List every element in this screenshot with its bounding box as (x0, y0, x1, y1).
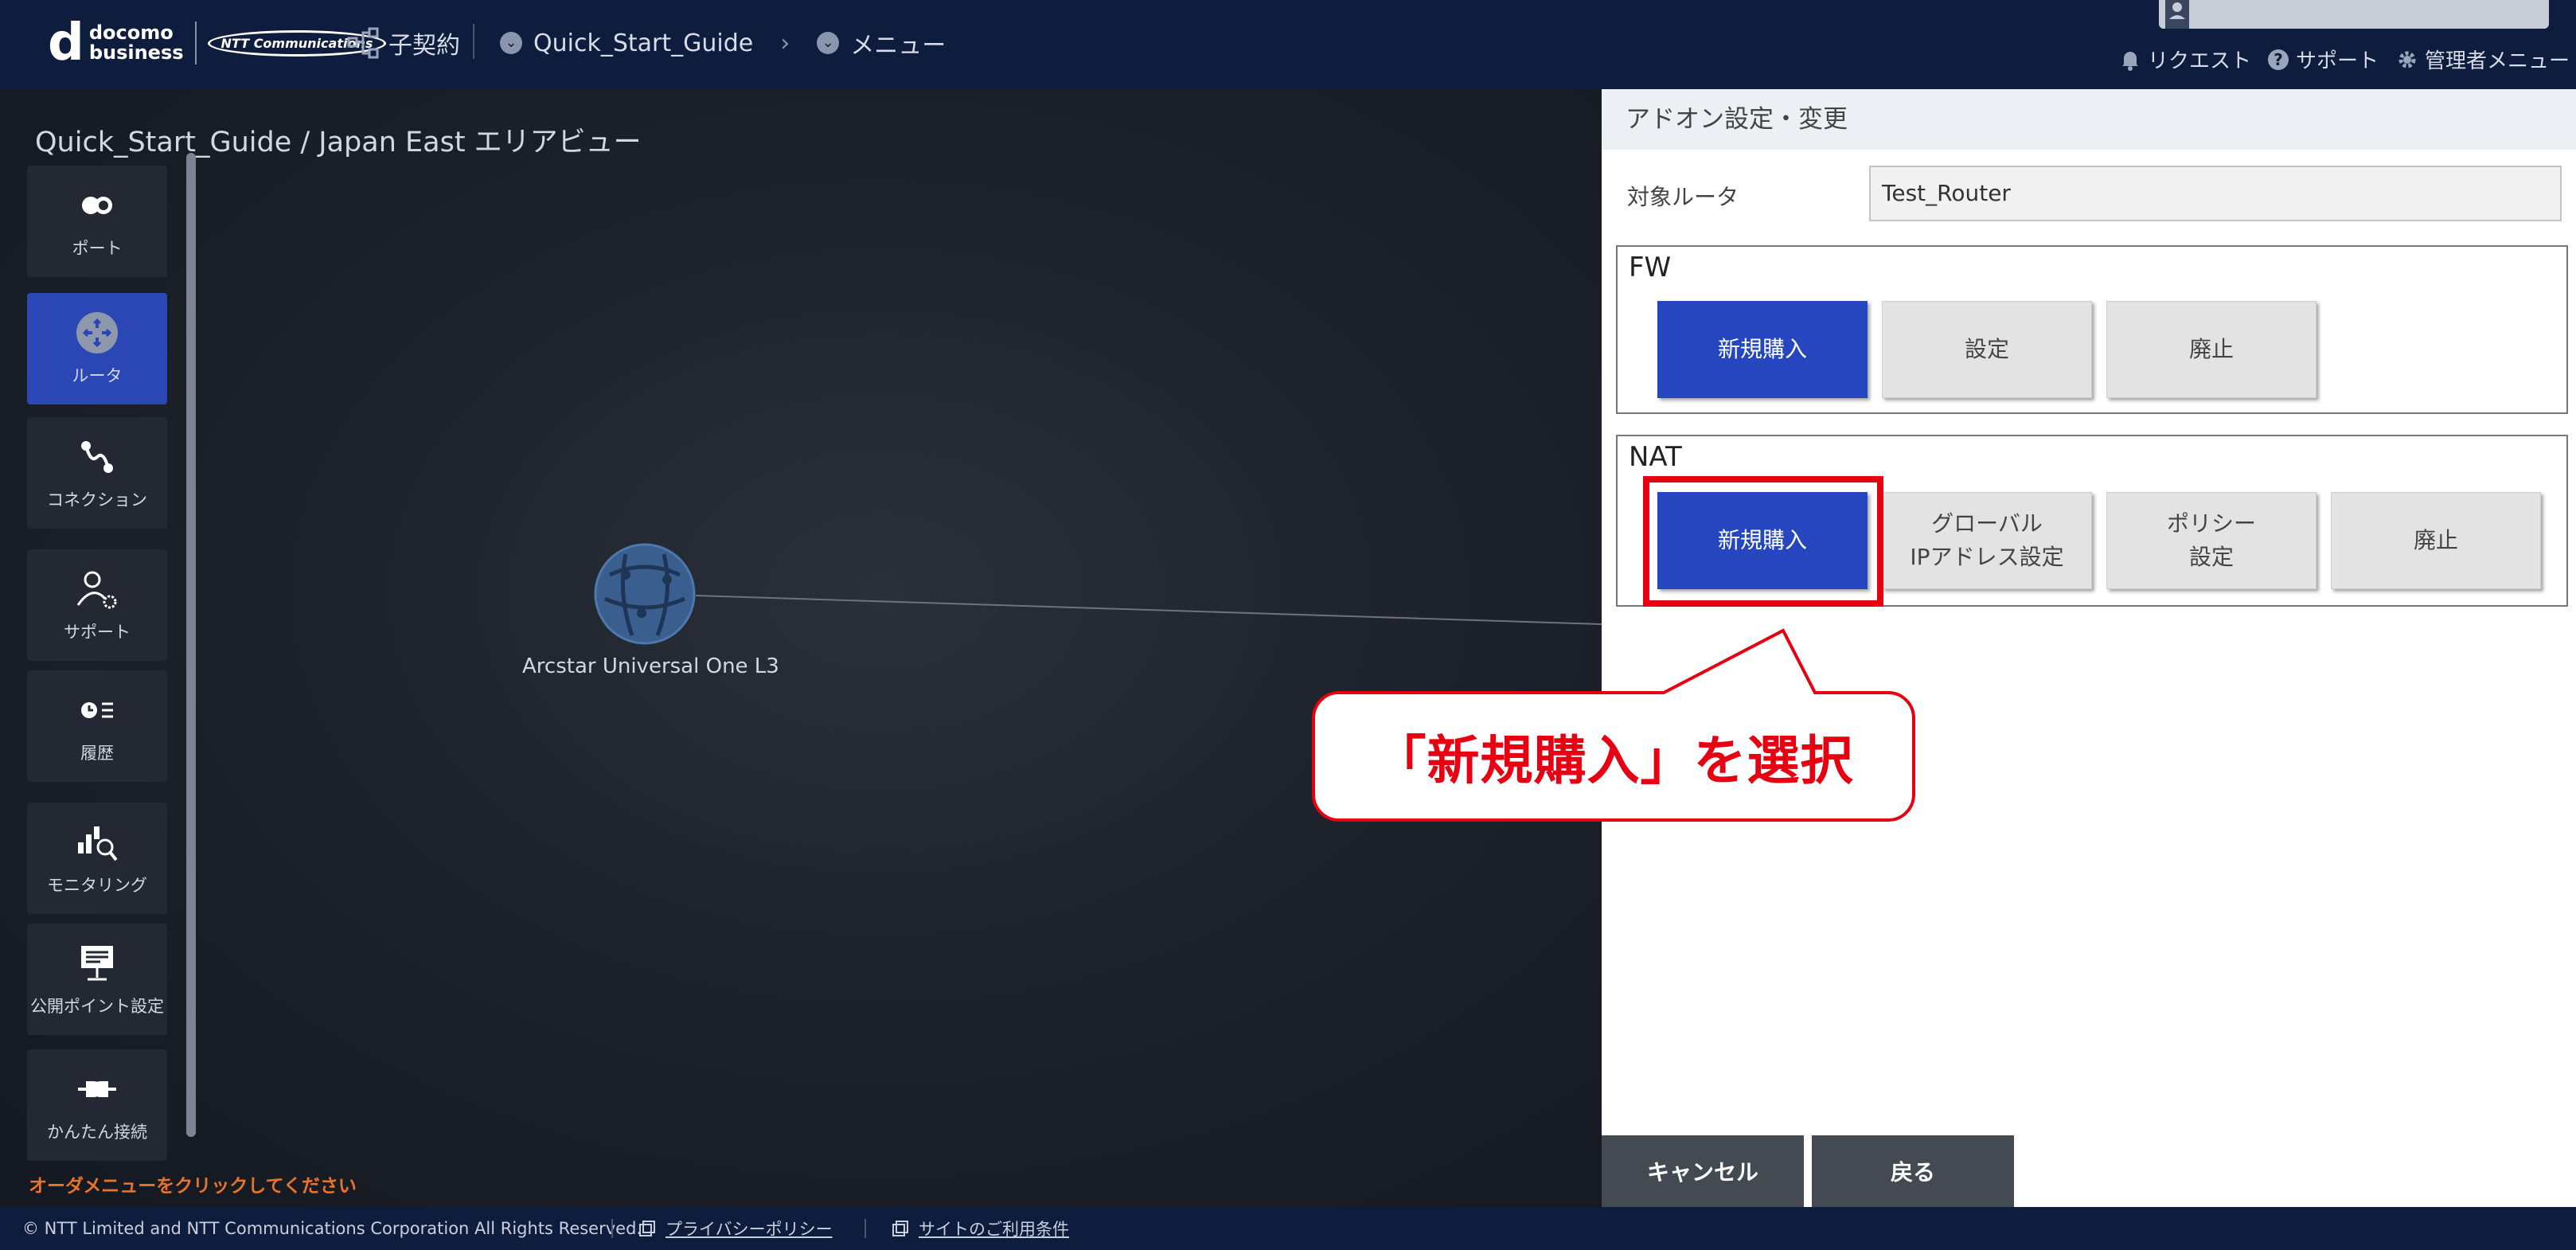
terms-link[interactable]: サイトのご利用条件 (892, 1217, 1069, 1240)
callout-bubble (1311, 628, 1915, 822)
privacy-policy-link[interactable]: プライバシーポリシー (638, 1217, 833, 1240)
callout-text: 「新規購入」を選択 (1373, 730, 1854, 791)
external-link-icon (639, 1221, 655, 1236)
footer-divider (865, 1219, 866, 1238)
terms-label: サイトのご利用条件 (919, 1220, 1069, 1239)
copyright-text: © NTT Limited and NTT Communications Cor… (22, 1219, 642, 1238)
privacy-policy-label: プライバシーポリシー (665, 1220, 833, 1239)
external-link-icon (892, 1221, 908, 1236)
footer: © NTT Limited and NTT Communications Cor… (0, 1207, 2576, 1250)
footer-divider (611, 1219, 613, 1238)
